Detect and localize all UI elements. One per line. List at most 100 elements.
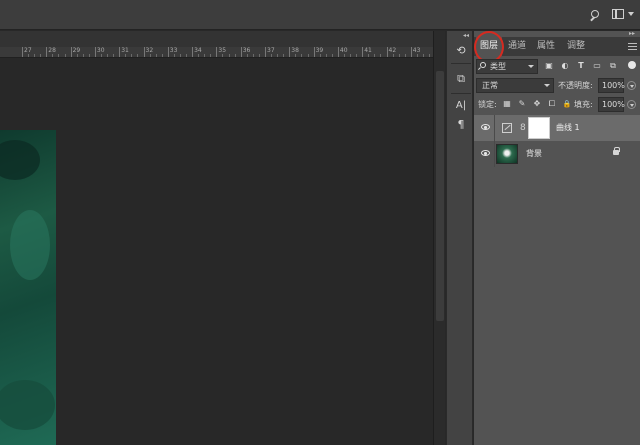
options-bar (0, 0, 640, 30)
ruler-minor-tick (52, 54, 54, 57)
panel-menu-icon[interactable] (628, 43, 637, 50)
layer-row-curves[interactable]: 8 曲线 1 (474, 115, 640, 141)
ruler-tick-line (119, 47, 121, 57)
lock-all-icon[interactable]: 🔒 (562, 99, 572, 109)
ruler-tick-line (70, 47, 72, 57)
workspace-switcher-icon[interactable] (612, 9, 624, 19)
ruler-tick-line (94, 47, 96, 57)
ruler-minor-tick (100, 54, 102, 57)
collapsed-panels-column: ◂◂ ⟲ ⧉ A| ¶ (446, 31, 473, 445)
character-icon[interactable]: A| (453, 98, 469, 114)
ruler-minor-tick (173, 54, 175, 57)
ruler-minor-tick (149, 54, 151, 57)
ruler-tick-line (192, 47, 194, 57)
lock-image-icon[interactable]: ✎ (517, 99, 527, 109)
ruler-tick-line (289, 47, 291, 57)
fill-slider-icon[interactable] (627, 100, 636, 109)
ruler-minor-tick (88, 54, 90, 57)
ruler-minor-tick (374, 54, 376, 57)
chevron-down-icon (528, 65, 534, 68)
lock-label: 锁定: (478, 100, 497, 109)
lock-position-icon[interactable]: ✥ (532, 99, 542, 109)
history-icon[interactable]: ⟲ (453, 43, 469, 59)
ruler-minor-tick (295, 54, 297, 57)
layer-thumbnail[interactable] (496, 144, 518, 164)
ruler-minor-tick (368, 54, 370, 57)
tab-channels[interactable]: 通道 (504, 37, 530, 56)
ruler-minor-tick (161, 54, 163, 57)
opacity-input[interactable]: 100% (598, 78, 625, 93)
ruler-minor-tick (137, 54, 139, 57)
fill-label: 填充: (574, 100, 593, 109)
tab-adjustments[interactable]: 调整 (562, 37, 590, 56)
divider (451, 63, 471, 64)
ruler-minor-tick (319, 54, 321, 57)
shape-filter-icon[interactable]: ▭ (592, 61, 602, 71)
vertical-scrollbar[interactable] (433, 31, 445, 445)
divider (451, 93, 471, 94)
ruler-minor-tick (40, 54, 42, 57)
lock-artboard-icon[interactable]: ⧠ (547, 99, 557, 109)
document-tab-strip (0, 31, 445, 47)
ruler-minor-tick (28, 54, 30, 57)
ruler-minor-tick (113, 54, 115, 57)
paragraph-icon[interactable]: ¶ (453, 117, 469, 133)
ruler-minor-tick (356, 54, 358, 57)
tab-properties[interactable]: 属性 (532, 37, 560, 56)
document-canvas[interactable] (0, 58, 433, 445)
filter-toggle[interactable] (628, 61, 636, 69)
scrollbar-thumb[interactable] (436, 71, 444, 321)
eye-icon[interactable] (481, 150, 490, 156)
ruler-tick-line (410, 47, 412, 57)
blend-mode-value: 正常 (482, 81, 498, 90)
eye-icon[interactable] (481, 124, 490, 130)
ruler-tick-line (46, 47, 48, 57)
type-filter-icon[interactable]: T (576, 61, 586, 71)
chevron-down-icon[interactable] (628, 12, 634, 16)
ruler-minor-tick (198, 54, 200, 57)
ruler-minor-tick (343, 54, 345, 57)
filter-kind-select[interactable]: 类型 (476, 59, 538, 74)
adjustment-filter-icon[interactable]: ◐ (560, 61, 570, 71)
ruler-tick-line (143, 47, 145, 57)
divider (494, 115, 495, 141)
collapse-panels-icon[interactable]: ◂◂ (463, 33, 469, 39)
lock-icon (613, 147, 620, 155)
properties-icon[interactable]: ⧉ (453, 71, 469, 87)
curves-adjustment-icon (502, 123, 512, 133)
search-icon[interactable] (588, 8, 604, 24)
ruler-tick-line (313, 47, 315, 57)
layer-name[interactable]: 背景 (526, 148, 542, 160)
divider (494, 141, 495, 167)
ruler-minor-tick (252, 54, 254, 57)
lock-row: 锁定: ▦ ✎ ✥ ⧠ 🔒 填充: 100% (476, 97, 638, 113)
canvas-image (0, 130, 56, 445)
panel-tab-bar: 图层 通道 属性 调整 (474, 31, 640, 63)
link-icon[interactable]: 8 (520, 122, 526, 134)
ruler-minor-tick (131, 54, 133, 57)
blend-row: 正常 不透明度: 100% (476, 78, 638, 94)
ruler-minor-tick (58, 54, 60, 57)
ruler-minor-tick (155, 54, 157, 57)
ruler-minor-tick (271, 54, 273, 57)
fill-input[interactable]: 100% (598, 97, 625, 112)
ruler-minor-tick (234, 54, 236, 57)
opacity-slider-icon[interactable] (627, 81, 636, 90)
ruler-tick-line (337, 47, 339, 57)
layer-mask-thumbnail[interactable] (528, 117, 550, 139)
ruler-minor-tick (416, 54, 418, 57)
image-filter-icon[interactable]: ▣ (544, 61, 554, 71)
ruler-tick-line (240, 47, 242, 57)
ruler-tick-line (216, 47, 218, 57)
ruler-minor-tick (246, 54, 248, 57)
lock-transparent-icon[interactable]: ▦ (502, 99, 512, 109)
ruler-tick-line (386, 47, 388, 57)
blend-mode-select[interactable]: 正常 (476, 78, 554, 93)
ruler-minor-tick (404, 54, 406, 57)
layer-name[interactable]: 曲线 1 (556, 122, 580, 134)
layer-row-background[interactable]: 背景 (474, 141, 640, 167)
horizontal-ruler[interactable]: 272829303132333435363738394041424344 (0, 47, 445, 58)
smartobject-filter-icon[interactable]: ⧉ (608, 61, 618, 71)
ruler-minor-tick (76, 54, 78, 57)
layers-panel: ▸▸ 图层 通道 属性 调整 类型 ▣ ◐ T ▭ ⧉ 正常 不透明度: 100… (474, 31, 640, 445)
